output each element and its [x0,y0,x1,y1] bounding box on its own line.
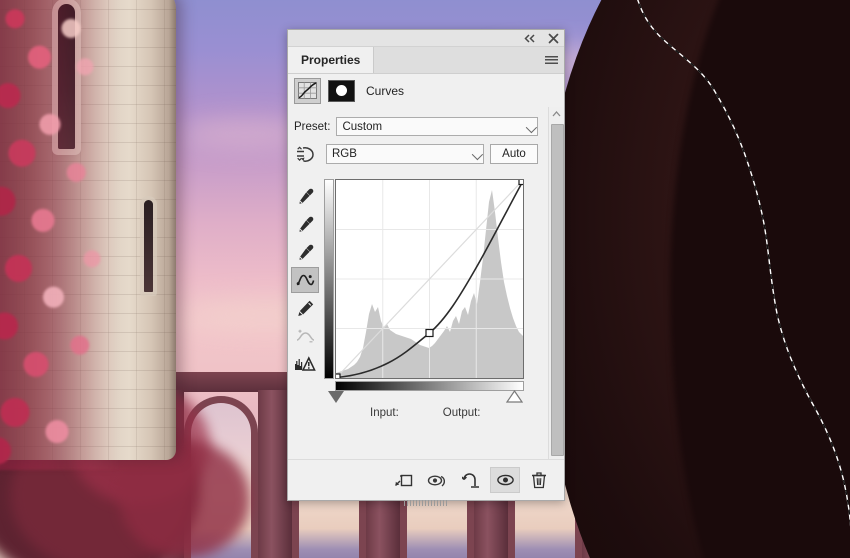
preset-value: Custom [342,120,383,133]
channel-value: RGB [332,148,357,160]
close-panel-icon[interactable] [546,32,560,45]
preset-label: Preset: [294,120,331,133]
view-previous-state-button[interactable] [422,467,452,493]
auto-button-label: Auto [502,148,526,160]
panel-resize-grip[interactable] [404,500,448,506]
pencil-draw-curve-icon[interactable] [291,295,319,321]
control-point-mid [425,328,434,338]
adjustment-header: Curves [288,74,564,108]
channel-dropdown[interactable]: RGB [326,144,484,164]
toggle-layer-visibility-button[interactable] [490,467,520,493]
output-label: Output: [442,407,481,419]
black-point-slider[interactable] [328,391,344,403]
reset-adjustment-button[interactable] [456,467,486,493]
chevron-down-icon [525,121,538,133]
curve-grid[interactable] [335,179,524,379]
input-label: Input: [370,407,399,419]
control-point-black [336,373,341,378]
panel-footer-toolbar [288,459,564,506]
panel-content: Preset: Custom RGB Auto Input: Output: [288,107,548,459]
white-point-eyedropper-icon[interactable] [291,239,319,265]
scrollbar-track[interactable] [549,120,564,456]
adjustment-title: Curves [366,83,405,98]
dark-arch-interior [670,0,850,558]
tab-properties[interactable]: Properties [288,47,375,73]
control-point-white [518,180,523,186]
clip-to-layer-button[interactable] [388,467,418,493]
hamburger-lines [544,56,558,64]
output-gradient-strip [324,179,334,379]
chevron-down-icon [471,148,484,161]
curves-tool-strip [288,179,322,377]
panel-scrollbar[interactable] [548,107,564,459]
gray-point-eyedropper-icon[interactable] [291,211,319,237]
curve-plot[interactable] [336,180,523,378]
smooth-curve-values-icon[interactable] [291,323,319,349]
input-output-readout: Input: Output: [370,407,481,419]
black-point-eyedropper-icon[interactable] [291,183,319,209]
curve-editor[interactable]: Input: Output: [324,179,524,419]
properties-panel[interactable]: Properties Curves Preset: Custom RGB Aut… [287,29,565,506]
tab-bar-filler [374,47,538,73]
curve-graph-area[interactable] [324,179,524,403]
delete-adjustment-button[interactable] [524,467,554,493]
tab-properties-label: Properties [301,53,361,67]
mask-circle [336,85,347,96]
panel-titlebar [288,30,564,47]
hamburger-menu-icon[interactable] [538,47,564,73]
white-point-slider[interactable] [506,390,523,403]
photoshop-canvas-screenshot: Properties Curves Preset: Custom RGB Aut… [0,0,850,558]
on-image-adjust-icon[interactable] [292,143,320,165]
edit-points-curve-icon[interactable] [291,267,319,293]
input-gradient-strip [335,381,524,391]
input-gradient-strip-wrap [335,381,524,391]
curves-display-options-icon[interactable] [291,351,319,377]
scroll-up-arrow-icon[interactable] [549,107,564,120]
collapse-panel-icon[interactable] [523,32,537,45]
channel-row: RGB Auto [288,136,548,165]
preset-row: Preset: Custom [288,114,548,136]
auto-button[interactable]: Auto [490,144,538,164]
scrollbar-thumb[interactable] [551,124,564,456]
panel-tab-bar: Properties [288,47,564,74]
curves-adjustment-thumbnail-icon[interactable] [294,77,321,104]
preset-dropdown[interactable]: Custom [336,117,538,136]
panel-body: Preset: Custom RGB Auto Input: Output: [288,107,564,459]
layer-mask-thumbnail-icon[interactable] [328,79,355,102]
